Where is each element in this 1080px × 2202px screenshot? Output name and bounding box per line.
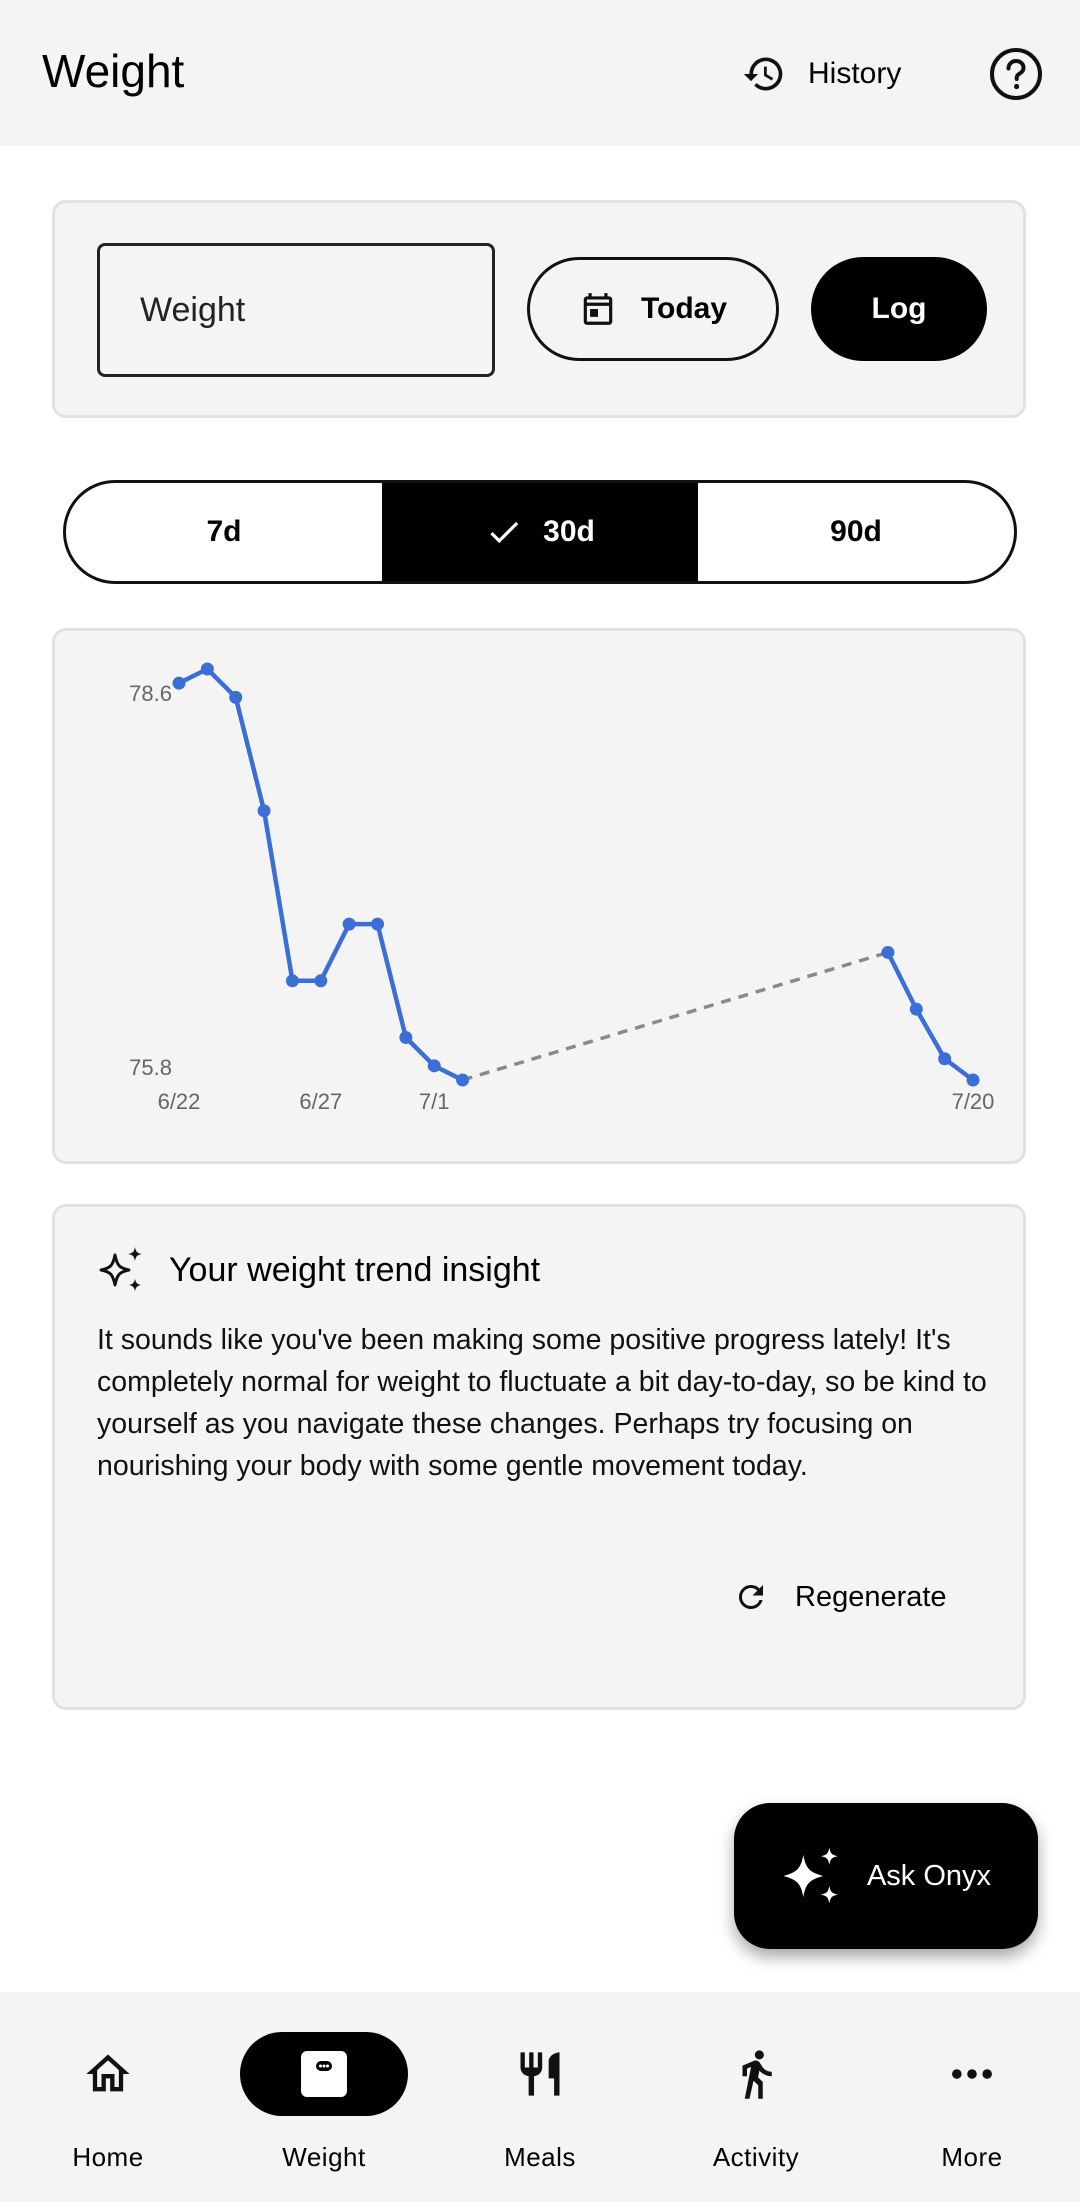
calendar-icon bbox=[583, 293, 613, 325]
chart-point bbox=[200, 662, 214, 676]
history-button[interactable]: History bbox=[742, 44, 922, 104]
sparkle-icon bbox=[99, 1247, 142, 1291]
chart-point bbox=[285, 974, 299, 988]
refresh-icon bbox=[738, 1585, 763, 1609]
range-90d-label: 90d bbox=[830, 515, 882, 548]
nav-activity[interactable]: Activity bbox=[656, 1992, 856, 2202]
sparkle-icon bbox=[783, 1847, 838, 1904]
weight-entry-card: Today Log bbox=[52, 200, 1026, 418]
more-horiz-icon bbox=[952, 2069, 992, 2079]
weight-chart-card: 78.6 75.8 6/22 6/27 7/1 7/20 bbox=[52, 628, 1026, 1164]
walk-icon bbox=[742, 2050, 772, 2099]
nav-meals-label: Meals bbox=[504, 2142, 576, 2172]
page-title: Weight bbox=[42, 45, 185, 97]
nav-weight-label: Weight bbox=[282, 2142, 366, 2172]
range-30d-label: 30d bbox=[543, 515, 595, 548]
chart-point bbox=[229, 690, 243, 704]
chart-series-line bbox=[177, 666, 464, 1083]
scale-icon bbox=[301, 2051, 347, 2097]
regenerate-label: Regenerate bbox=[795, 1580, 947, 1613]
chart-point bbox=[371, 917, 384, 931]
bottom-navigation: Home Weight Meals Activity More bbox=[0, 1992, 1080, 2202]
history-label: History bbox=[808, 57, 902, 90]
nav-more-label: More bbox=[941, 2142, 1003, 2172]
insight-title: Your weight trend insight bbox=[169, 1250, 541, 1289]
chart-point bbox=[966, 1073, 980, 1087]
range-7d-label: 7d bbox=[206, 515, 242, 548]
chart-point bbox=[938, 1052, 952, 1066]
nav-more[interactable]: More bbox=[872, 1992, 1072, 2202]
range-30d[interactable]: 30d bbox=[382, 483, 698, 581]
log-button[interactable]: Log bbox=[811, 257, 987, 361]
range-7d[interactable]: 7d bbox=[66, 483, 382, 581]
weight-line-chart: 78.6 75.8 6/22 6/27 7/1 7/20 bbox=[129, 662, 995, 1114]
date-label: Today bbox=[640, 292, 728, 325]
regenerate-button[interactable]: Regenerate bbox=[733, 1579, 947, 1615]
range-90d[interactable]: 90d bbox=[698, 483, 1014, 581]
chart-gap-line bbox=[462, 950, 889, 1082]
check-icon bbox=[490, 521, 519, 544]
insight-text: It sounds like you've been making some p… bbox=[97, 1324, 987, 1482]
nav-activity-label: Activity bbox=[712, 2142, 800, 2172]
nav-home[interactable]: Home bbox=[8, 1992, 208, 2202]
chart-point bbox=[909, 1002, 923, 1016]
home-icon bbox=[86, 2054, 130, 2092]
nav-meals[interactable]: Meals bbox=[440, 1992, 640, 2202]
chart-point bbox=[399, 1030, 413, 1044]
chart-point bbox=[881, 945, 895, 959]
chart-point bbox=[314, 974, 328, 988]
nav-weight[interactable]: Weight bbox=[224, 1992, 424, 2202]
y-tick-label: 78.6 bbox=[129, 681, 172, 706]
ask-onyx-label: Ask Onyx bbox=[866, 1859, 992, 1892]
y-tick-label: 75.8 bbox=[129, 1055, 172, 1080]
history-icon bbox=[743, 57, 783, 91]
weight-input[interactable] bbox=[97, 243, 495, 377]
date-picker-button[interactable]: Today bbox=[527, 257, 779, 361]
help-button[interactable] bbox=[988, 46, 1044, 102]
chart-point bbox=[427, 1059, 441, 1073]
insight-card: Your weight trend insight It sounds like… bbox=[52, 1204, 1026, 1710]
x-tick-label: 6/27 bbox=[299, 1089, 342, 1114]
x-tick-label: 6/22 bbox=[158, 1089, 201, 1114]
x-tick-label: 7/1 bbox=[419, 1089, 450, 1114]
chart-series-line bbox=[885, 951, 975, 1082]
chart-point bbox=[342, 917, 356, 931]
chart-point bbox=[456, 1073, 470, 1087]
restaurant-icon bbox=[520, 2052, 560, 2096]
chart-point bbox=[257, 804, 271, 818]
range-selector: 7d 30d 90d bbox=[63, 480, 1017, 584]
help-circle-icon bbox=[990, 48, 1042, 100]
ask-onyx-button[interactable]: Ask Onyx bbox=[734, 1803, 1038, 1949]
chart-point bbox=[172, 676, 186, 690]
nav-home-label: Home bbox=[72, 2142, 144, 2172]
top-app-bar: Weight History bbox=[0, 0, 1080, 146]
x-tick-label: 7/20 bbox=[952, 1089, 995, 1114]
